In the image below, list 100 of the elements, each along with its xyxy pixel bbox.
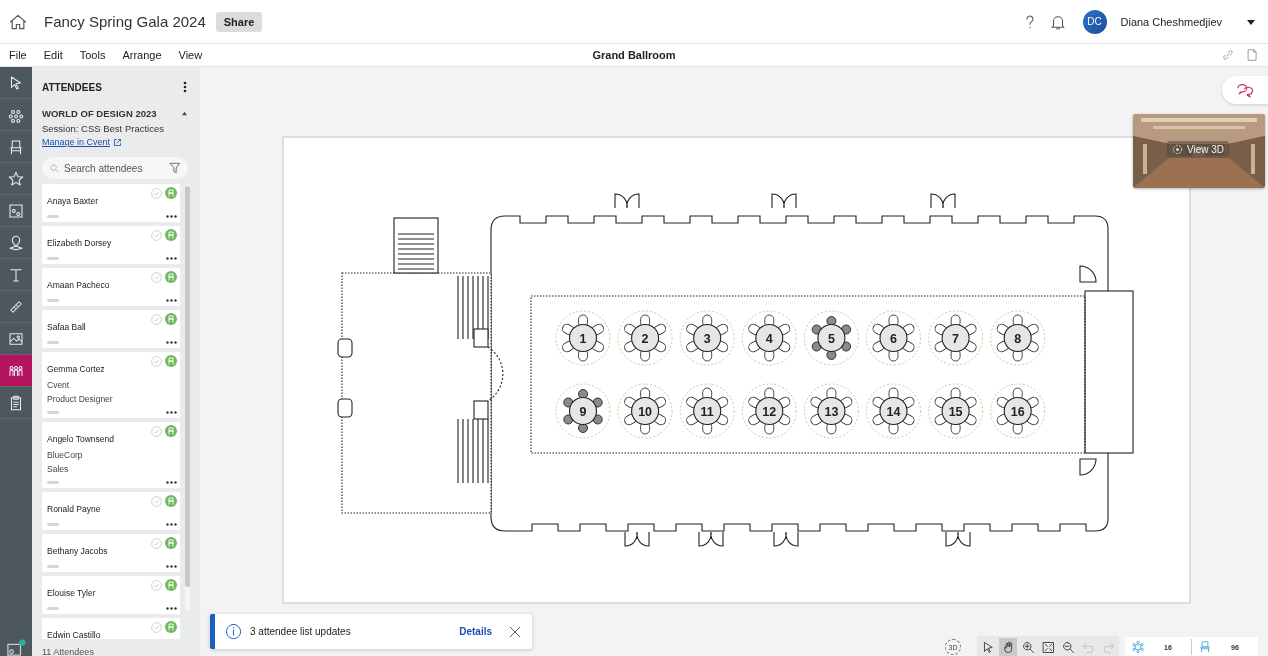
attendee-name: Ronald Payne [47, 504, 101, 514]
more-options-icon[interactable] [166, 481, 177, 484]
tool-tab[interactable] [0, 355, 32, 387]
placeholder-bar [47, 523, 59, 526]
attendee-card[interactable]: Gemma Cortez Cvent Product Designer [42, 352, 180, 418]
attendee-card[interactable]: Bethany Jacobs [42, 534, 180, 572]
attendee-company: BlueCorp [47, 450, 84, 460]
attendee-card[interactable]: Anaya Baxter [42, 184, 180, 222]
chair-icon [7, 137, 25, 156]
check-icon[interactable] [151, 356, 162, 367]
attendee-name: Bethany Jacobs [47, 546, 108, 556]
check-icon[interactable] [151, 426, 162, 437]
attendee-card[interactable]: Angelo Townsend BlueCorp Sales [42, 422, 180, 488]
table-number: 4 [765, 331, 773, 346]
menu-item[interactable]: Tools [79, 49, 106, 61]
seat-icon[interactable] [165, 355, 177, 367]
panel-title: ATTENDEES [42, 81, 102, 93]
seat-icon[interactable] [165, 425, 177, 437]
seat-icon[interactable] [165, 621, 177, 633]
more-options-icon[interactable] [182, 81, 188, 93]
more-options-icon[interactable] [166, 565, 177, 568]
attendee-name: Safaa Ball [47, 322, 86, 332]
chair-icon [1198, 640, 1212, 654]
table-number: 1 [579, 331, 587, 346]
location-pin-icon [7, 233, 25, 252]
comments-button[interactable] [1222, 76, 1268, 104]
table-number: 5 [827, 331, 835, 346]
table-number: 2 [641, 331, 649, 346]
more-options-icon[interactable] [166, 411, 177, 414]
table-number: 8 [1014, 331, 1022, 346]
notification-message: 3 attendee list updates [250, 626, 352, 637]
zoom-out-icon [1060, 639, 1076, 655]
canvas-title: Grand Ballroom [592, 49, 676, 61]
seat-icon[interactable] [165, 187, 177, 199]
more-options-icon[interactable] [166, 607, 177, 610]
check-icon[interactable] [151, 622, 162, 633]
attendee-name: Elizabeth Dorsey [47, 238, 112, 248]
table-number: 11 [700, 404, 714, 419]
collapse-caret-icon[interactable] [181, 111, 188, 116]
check-icon[interactable] [151, 580, 162, 591]
table-number: 13 [824, 404, 839, 419]
details-link[interactable]: Details [459, 626, 492, 637]
attendee-title: Product Designer [47, 394, 114, 404]
seat-icon[interactable] [165, 579, 177, 591]
table-number: 14 [886, 404, 901, 419]
manage-link[interactable]: Manage in Cvent [42, 137, 123, 147]
pan-tool[interactable] [999, 638, 1017, 656]
attendee-name: Gemma Cortez [47, 364, 105, 374]
user-avatar[interactable]: DC [1082, 9, 1107, 34]
table-number: 15 [948, 404, 963, 419]
seat-icon[interactable] [165, 495, 177, 507]
check-icon[interactable] [151, 538, 162, 549]
more-options-icon[interactable] [166, 257, 177, 260]
more-options-icon[interactable] [166, 215, 177, 218]
check-icon[interactable] [151, 314, 162, 325]
attendee-card[interactable]: Elizabeth Dorsey [42, 226, 180, 264]
attendee-name: Anaya Baxter [47, 196, 99, 206]
placeholder-bar [47, 607, 59, 610]
project-title: Fancy Spring Gala 2024 [44, 13, 206, 30]
check-icon[interactable] [151, 230, 162, 241]
placeholder-bar [47, 341, 59, 344]
menu-item[interactable]: Edit [43, 49, 63, 61]
menu-item[interactable]: File [9, 49, 27, 61]
more-options-icon[interactable] [166, 299, 177, 302]
filter-icon[interactable] [168, 161, 182, 175]
more-options-icon[interactable] [166, 523, 177, 526]
check-icon[interactable] [151, 496, 162, 507]
more-options-icon[interactable] [166, 341, 177, 344]
placeholder-bar [47, 299, 59, 302]
search-field[interactable]: Search attendees [42, 157, 188, 179]
view-3d-button[interactable]: View 3D [1167, 141, 1230, 158]
menu-item[interactable]: Arrange [122, 49, 162, 61]
menu-item[interactable]: View [178, 49, 203, 61]
attendee-card[interactable]: Edwin Castillo [42, 618, 180, 639]
rotate-icon [1172, 144, 1183, 155]
external-link-icon [113, 137, 123, 147]
table-number: 7 [952, 331, 960, 346]
seat-icon[interactable] [165, 537, 177, 549]
attendee-company: Cvent [47, 380, 71, 390]
close-icon[interactable] [508, 624, 522, 639]
attendee-count: 11 Attendees [42, 647, 95, 656]
scrollbar[interactable] [185, 186, 190, 587]
attendee-card[interactable]: Ronald Payne [42, 492, 180, 530]
check-icon[interactable] [151, 188, 162, 199]
search-icon [49, 163, 60, 174]
attendee-card[interactable]: Elouise Tyler [42, 576, 180, 614]
attendee-card[interactable]: Safaa Ball [42, 310, 180, 348]
table-number: 12 [762, 404, 777, 419]
attendee-name: Elouise Tyler [47, 588, 96, 598]
seat-icon[interactable] [165, 313, 177, 325]
seat-icon[interactable] [165, 229, 177, 241]
session-label: Session: CSS Best Practices [42, 123, 165, 134]
user-name[interactable]: Diana Cheshmedjiev [1120, 15, 1222, 28]
share-button[interactable]: Share [215, 11, 263, 32]
seat-icon[interactable] [165, 271, 177, 283]
placeholder-bar [47, 565, 59, 568]
zoom-in-icon [1020, 639, 1036, 655]
attendee-card[interactable]: Amaan Pacheco [42, 268, 180, 306]
table-number: 16 [1010, 404, 1025, 419]
check-icon[interactable] [151, 272, 162, 283]
